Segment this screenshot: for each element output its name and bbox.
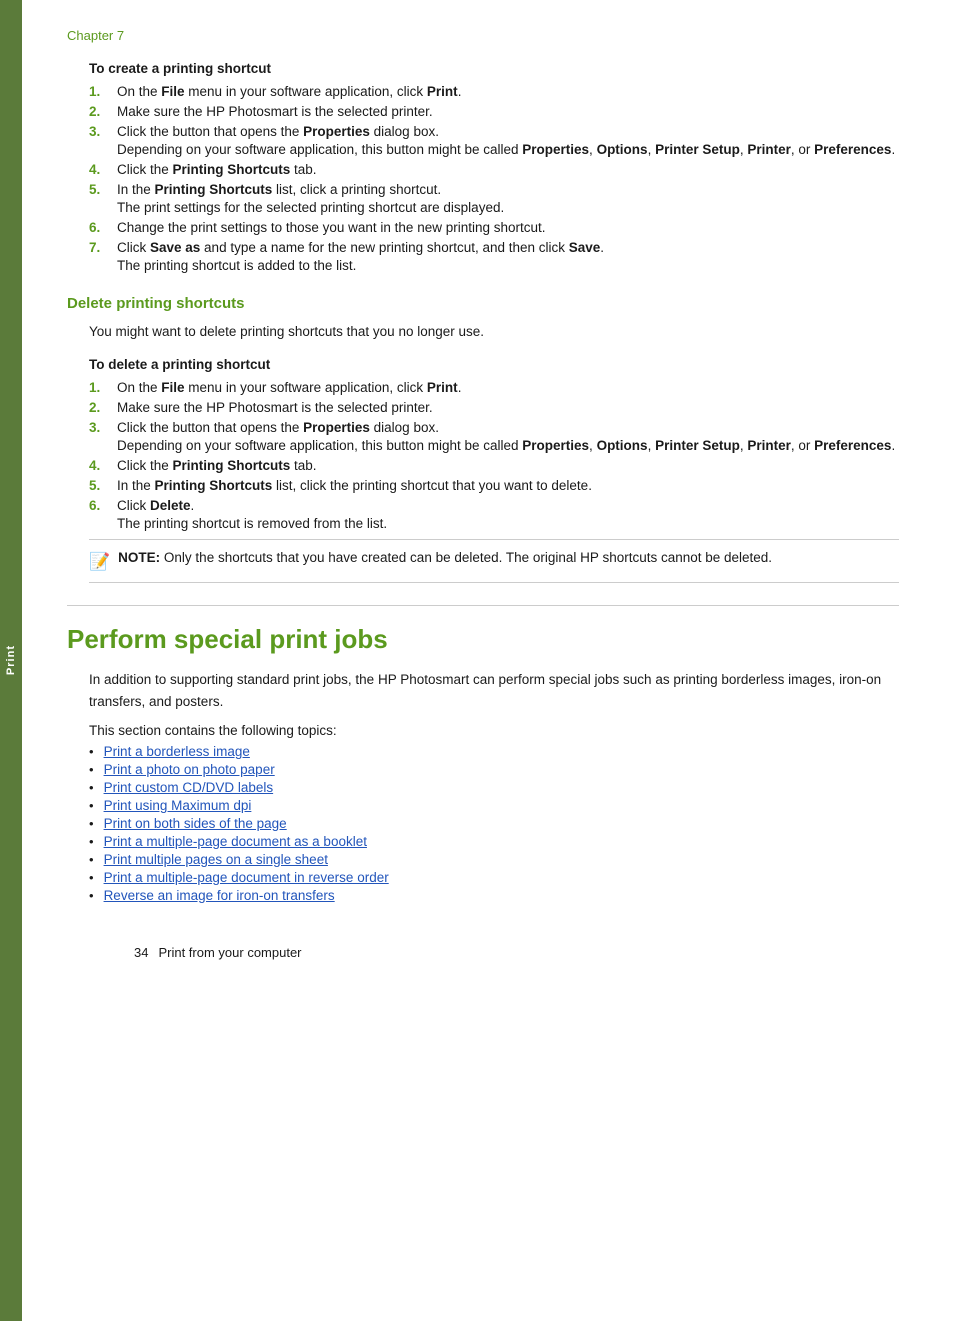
perform-title: Perform special print jobs	[67, 605, 899, 655]
bullet: •	[89, 762, 94, 777]
delete-shortcuts-section: Delete printing shortcuts You might want…	[67, 295, 899, 583]
step-num: 6.	[89, 498, 117, 513]
list-item: • Print multiple pages on a single sheet	[89, 852, 899, 867]
topic-link[interactable]: Print custom CD/DVD labels	[104, 780, 274, 795]
list-item: • Print a borderless image	[89, 744, 899, 759]
note-icon: 📝	[89, 549, 110, 575]
delete-shortcut-list: 1. On the File menu in your software app…	[89, 380, 899, 531]
bullet: •	[89, 834, 94, 849]
step-content: On the File menu in your software applic…	[117, 84, 899, 99]
create-step-4: 4. Click the Printing Shortcuts tab.	[89, 162, 899, 177]
delete-step-5: 5. In the Printing Shortcuts list, click…	[89, 478, 899, 493]
footer-text: Print from your computer	[158, 945, 301, 960]
step-num: 3.	[89, 420, 117, 435]
bullet: •	[89, 780, 94, 795]
delete-shortcut-heading: To delete a printing shortcut	[89, 357, 899, 372]
list-item: • Print a photo on photo paper	[89, 762, 899, 777]
step-num: 2.	[89, 104, 117, 119]
create-shortcut-heading: To create a printing shortcut	[89, 61, 899, 76]
list-item: • Print a multiple-page document in reve…	[89, 870, 899, 885]
step-content: Make sure the HP Photosmart is the selec…	[117, 104, 899, 119]
step-num: 1.	[89, 84, 117, 99]
left-tab-label: Print	[5, 645, 17, 675]
step-content: In the Printing Shortcuts list, click th…	[117, 478, 899, 493]
perform-intro2: This section contains the following topi…	[89, 723, 899, 738]
topic-link[interactable]: Print on both sides of the page	[104, 816, 287, 831]
chapter-label: Chapter 7	[67, 28, 899, 43]
step-content: Click the button that opens the Properti…	[117, 420, 899, 453]
note-content: NOTE: Only the shortcuts that you have c…	[118, 548, 772, 568]
note-text: Only the shortcuts that you have created…	[160, 550, 772, 565]
delete-section-title: Delete printing shortcuts	[67, 295, 899, 312]
list-item: • Print a multiple-page document as a bo…	[89, 834, 899, 849]
delete-intro: You might want to delete printing shortc…	[89, 322, 899, 343]
delete-step-3: 3. Click the button that opens the Prope…	[89, 420, 899, 453]
step-content: Change the print settings to those you w…	[117, 220, 899, 235]
bullet: •	[89, 870, 94, 885]
step-content: Click Save as and type a name for the ne…	[117, 240, 899, 273]
step-num: 7.	[89, 240, 117, 255]
step-num: 2.	[89, 400, 117, 415]
step-num: 5.	[89, 478, 117, 493]
list-item: • Print on both sides of the page	[89, 816, 899, 831]
create-step-6: 6. Change the print settings to those yo…	[89, 220, 899, 235]
step-num: 1.	[89, 380, 117, 395]
list-item: • Print using Maximum dpi	[89, 798, 899, 813]
page-number: 34	[134, 945, 148, 960]
note-label: NOTE:	[118, 550, 160, 565]
page-footer: 34 Print from your computer	[89, 945, 921, 960]
left-tab: Print	[0, 0, 22, 1321]
topic-link[interactable]: Print using Maximum dpi	[104, 798, 252, 813]
delete-step-6: 6. Click Delete. The printing shortcut i…	[89, 498, 899, 531]
topic-link[interactable]: Print a multiple-page document in revers…	[104, 870, 389, 885]
delete-step-2: 2. Make sure the HP Photosmart is the se…	[89, 400, 899, 415]
topic-link[interactable]: Reverse an image for iron-on transfers	[104, 888, 335, 903]
step-num: 4.	[89, 162, 117, 177]
perform-section: Perform special print jobs In addition t…	[67, 605, 899, 902]
topic-link[interactable]: Print a borderless image	[104, 744, 250, 759]
note-box: 📝 NOTE: Only the shortcuts that you have…	[89, 539, 899, 584]
step-num: 5.	[89, 182, 117, 197]
bullet: •	[89, 798, 94, 813]
topics-list: • Print a borderless image • Print a pho…	[89, 744, 899, 903]
step-content: Click the Printing Shortcuts tab.	[117, 458, 899, 473]
step-content: Click the button that opens the Properti…	[117, 124, 899, 157]
step-content: Click the Printing Shortcuts tab.	[117, 162, 899, 177]
bullet: •	[89, 816, 94, 831]
topic-link[interactable]: Print a multiple-page document as a book…	[104, 834, 367, 849]
perform-intro1: In addition to supporting standard print…	[89, 669, 899, 712]
step-content: In the Printing Shortcuts list, click a …	[117, 182, 899, 215]
topic-link[interactable]: Print a photo on photo paper	[104, 762, 275, 777]
bullet: •	[89, 888, 94, 903]
bullet: •	[89, 852, 94, 867]
create-shortcut-section: To create a printing shortcut 1. On the …	[89, 61, 899, 273]
content-area: Chapter 7 To create a printing shortcut …	[22, 0, 954, 1321]
create-shortcut-list: 1. On the File menu in your software app…	[89, 84, 899, 273]
list-item: • Reverse an image for iron-on transfers	[89, 888, 899, 903]
step-content: Click Delete. The printing shortcut is r…	[117, 498, 899, 531]
create-step-2: 2. Make sure the HP Photosmart is the se…	[89, 104, 899, 119]
step-num: 6.	[89, 220, 117, 235]
bullet: •	[89, 744, 94, 759]
delete-shortcut-inner: To delete a printing shortcut 1. On the …	[89, 357, 899, 584]
create-step-5: 5. In the Printing Shortcuts list, click…	[89, 182, 899, 215]
step-content: On the File menu in your software applic…	[117, 380, 899, 395]
create-step-1: 1. On the File menu in your software app…	[89, 84, 899, 99]
step-num: 4.	[89, 458, 117, 473]
create-step-7: 7. Click Save as and type a name for the…	[89, 240, 899, 273]
list-item: • Print custom CD/DVD labels	[89, 780, 899, 795]
delete-step-1: 1. On the File menu in your software app…	[89, 380, 899, 395]
topic-link[interactable]: Print multiple pages on a single sheet	[104, 852, 328, 867]
create-step-3: 3. Click the button that opens the Prope…	[89, 124, 899, 157]
page: Print Chapter 7 To create a printing sho…	[0, 0, 954, 1321]
step-content: Make sure the HP Photosmart is the selec…	[117, 400, 899, 415]
step-num: 3.	[89, 124, 117, 139]
delete-step-4: 4. Click the Printing Shortcuts tab.	[89, 458, 899, 473]
